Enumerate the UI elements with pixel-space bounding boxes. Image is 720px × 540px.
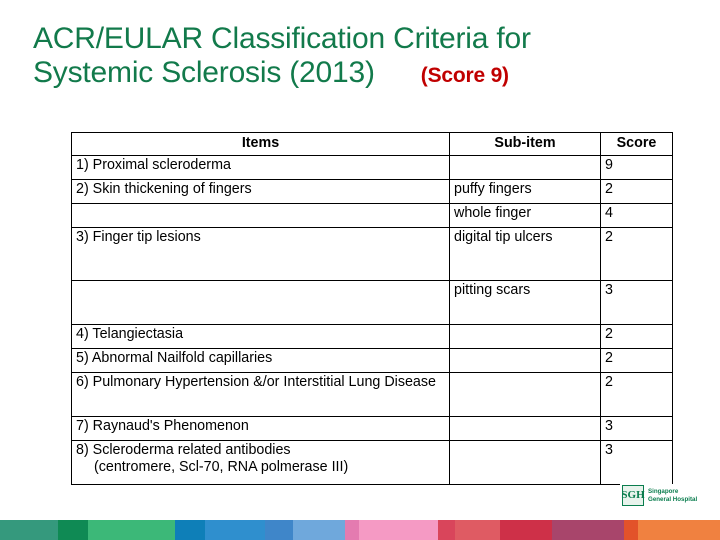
table-row: 7) Raynaud's Phenomenon 3 xyxy=(71,415,673,441)
cell-item-subline: (centromere, Scl-70, RNA polmerase III) xyxy=(94,458,349,475)
cell-sub-item xyxy=(449,347,601,373)
cell-score: 2 xyxy=(600,347,673,373)
cell-item: 3) Finger tip lesions xyxy=(71,226,450,281)
page-title-line-1: ACR/EULAR Classification Criteria for xyxy=(33,22,531,55)
bottom-color-bar xyxy=(0,520,720,540)
slide-title-block: ACR/EULAR Classification Criteria for Sy… xyxy=(33,22,693,89)
cell-sub-item: digital tip ulcers xyxy=(449,226,601,281)
score-badge: (Score 9) xyxy=(420,63,509,87)
cell-sub-item xyxy=(449,415,601,441)
table-row: 3) Finger tip lesions digital tip ulcers… xyxy=(71,226,673,281)
cell-score: 9 xyxy=(600,154,673,180)
color-bar-segment-13 xyxy=(624,520,638,540)
column-header-score: Score xyxy=(600,132,673,156)
cell-sub-item: whole finger xyxy=(449,202,601,228)
cell-score: 3 xyxy=(600,415,673,441)
cell-sub-item: pitting scars xyxy=(449,279,601,325)
color-bar-segment-8 xyxy=(359,520,438,540)
cell-item: 6) Pulmonary Hypertension &/or Interstit… xyxy=(71,371,450,417)
table-row: pitting scars 3 xyxy=(71,279,673,325)
table-row: 6) Pulmonary Hypertension &/or Interstit… xyxy=(71,371,673,417)
singapore-general-hospital-logo: SGH Singapore General Hospital xyxy=(620,484,700,507)
cell-sub-item: puffy fingers xyxy=(449,178,601,204)
color-bar-segment-5 xyxy=(265,520,293,540)
color-bar-segment-7 xyxy=(345,520,359,540)
cell-item xyxy=(71,279,450,325)
cell-score: 4 xyxy=(600,202,673,228)
color-bar-segment-11 xyxy=(500,520,552,540)
table-row: 8) Scleroderma related antibodies (centr… xyxy=(71,439,673,485)
color-bar-segment-12 xyxy=(552,520,624,540)
color-bar-segment-14 xyxy=(638,520,720,540)
table-row: 5) Abnormal Nailfold capillaries 2 xyxy=(71,347,673,373)
hospital-logo-text: Singapore General Hospital xyxy=(648,488,697,504)
cell-item: 5) Abnormal Nailfold capillaries xyxy=(71,347,450,373)
cell-score: 2 xyxy=(600,323,673,349)
page-title-line-2-row: Systemic Sclerosis (2013) (Score 9) xyxy=(33,56,693,90)
cell-item: 4) Telangiectasia xyxy=(71,323,450,349)
cell-score: 3 xyxy=(600,439,673,485)
criteria-table: Items Sub-item Score 1) Proximal sclerod… xyxy=(71,132,673,485)
page-title-line-2: Systemic Sclerosis (2013) xyxy=(33,55,375,89)
table-row: whole finger 4 xyxy=(71,202,673,228)
color-bar-segment-3 xyxy=(175,520,205,540)
color-bar-segment-10 xyxy=(455,520,500,540)
cell-score: 2 xyxy=(600,371,673,417)
cell-score: 2 xyxy=(600,226,673,281)
color-bar-segment-0 xyxy=(0,520,58,540)
cell-sub-item xyxy=(449,154,601,180)
table-row: 4) Telangiectasia 2 xyxy=(71,323,673,349)
color-bar-segment-6 xyxy=(293,520,345,540)
cell-item: 1) Proximal scleroderma xyxy=(71,154,450,180)
table-row: 2) Skin thickening of fingers puffy fing… xyxy=(71,178,673,204)
cell-item xyxy=(71,202,450,228)
color-bar-segment-4 xyxy=(205,520,265,540)
cell-score: 2 xyxy=(600,178,673,204)
cell-sub-item xyxy=(449,439,601,485)
cell-score: 3 xyxy=(600,279,673,325)
hospital-logo-line-2: General Hospital xyxy=(648,495,698,503)
color-bar-segment-1 xyxy=(58,520,88,540)
cell-item: 8) Scleroderma related antibodies (centr… xyxy=(71,439,450,485)
cell-item: 7) Raynaud's Phenomenon xyxy=(71,415,450,441)
color-bar-segment-9 xyxy=(438,520,455,540)
cell-item-main: 8) Scleroderma related antibodies xyxy=(76,441,291,458)
color-bar-segment-2 xyxy=(88,520,175,540)
hospital-logo-line-1: Singapore xyxy=(648,487,679,495)
cell-sub-item xyxy=(449,371,601,417)
table-header-row: Items Sub-item Score xyxy=(71,132,673,156)
cell-sub-item xyxy=(449,323,601,349)
hospital-logo-icon: SGH xyxy=(621,485,645,506)
column-header-sub-item: Sub-item xyxy=(449,132,601,156)
table-row: 1) Proximal scleroderma 9 xyxy=(71,154,673,180)
cell-item: 2) Skin thickening of fingers xyxy=(71,178,450,204)
column-header-items: Items xyxy=(71,132,450,156)
